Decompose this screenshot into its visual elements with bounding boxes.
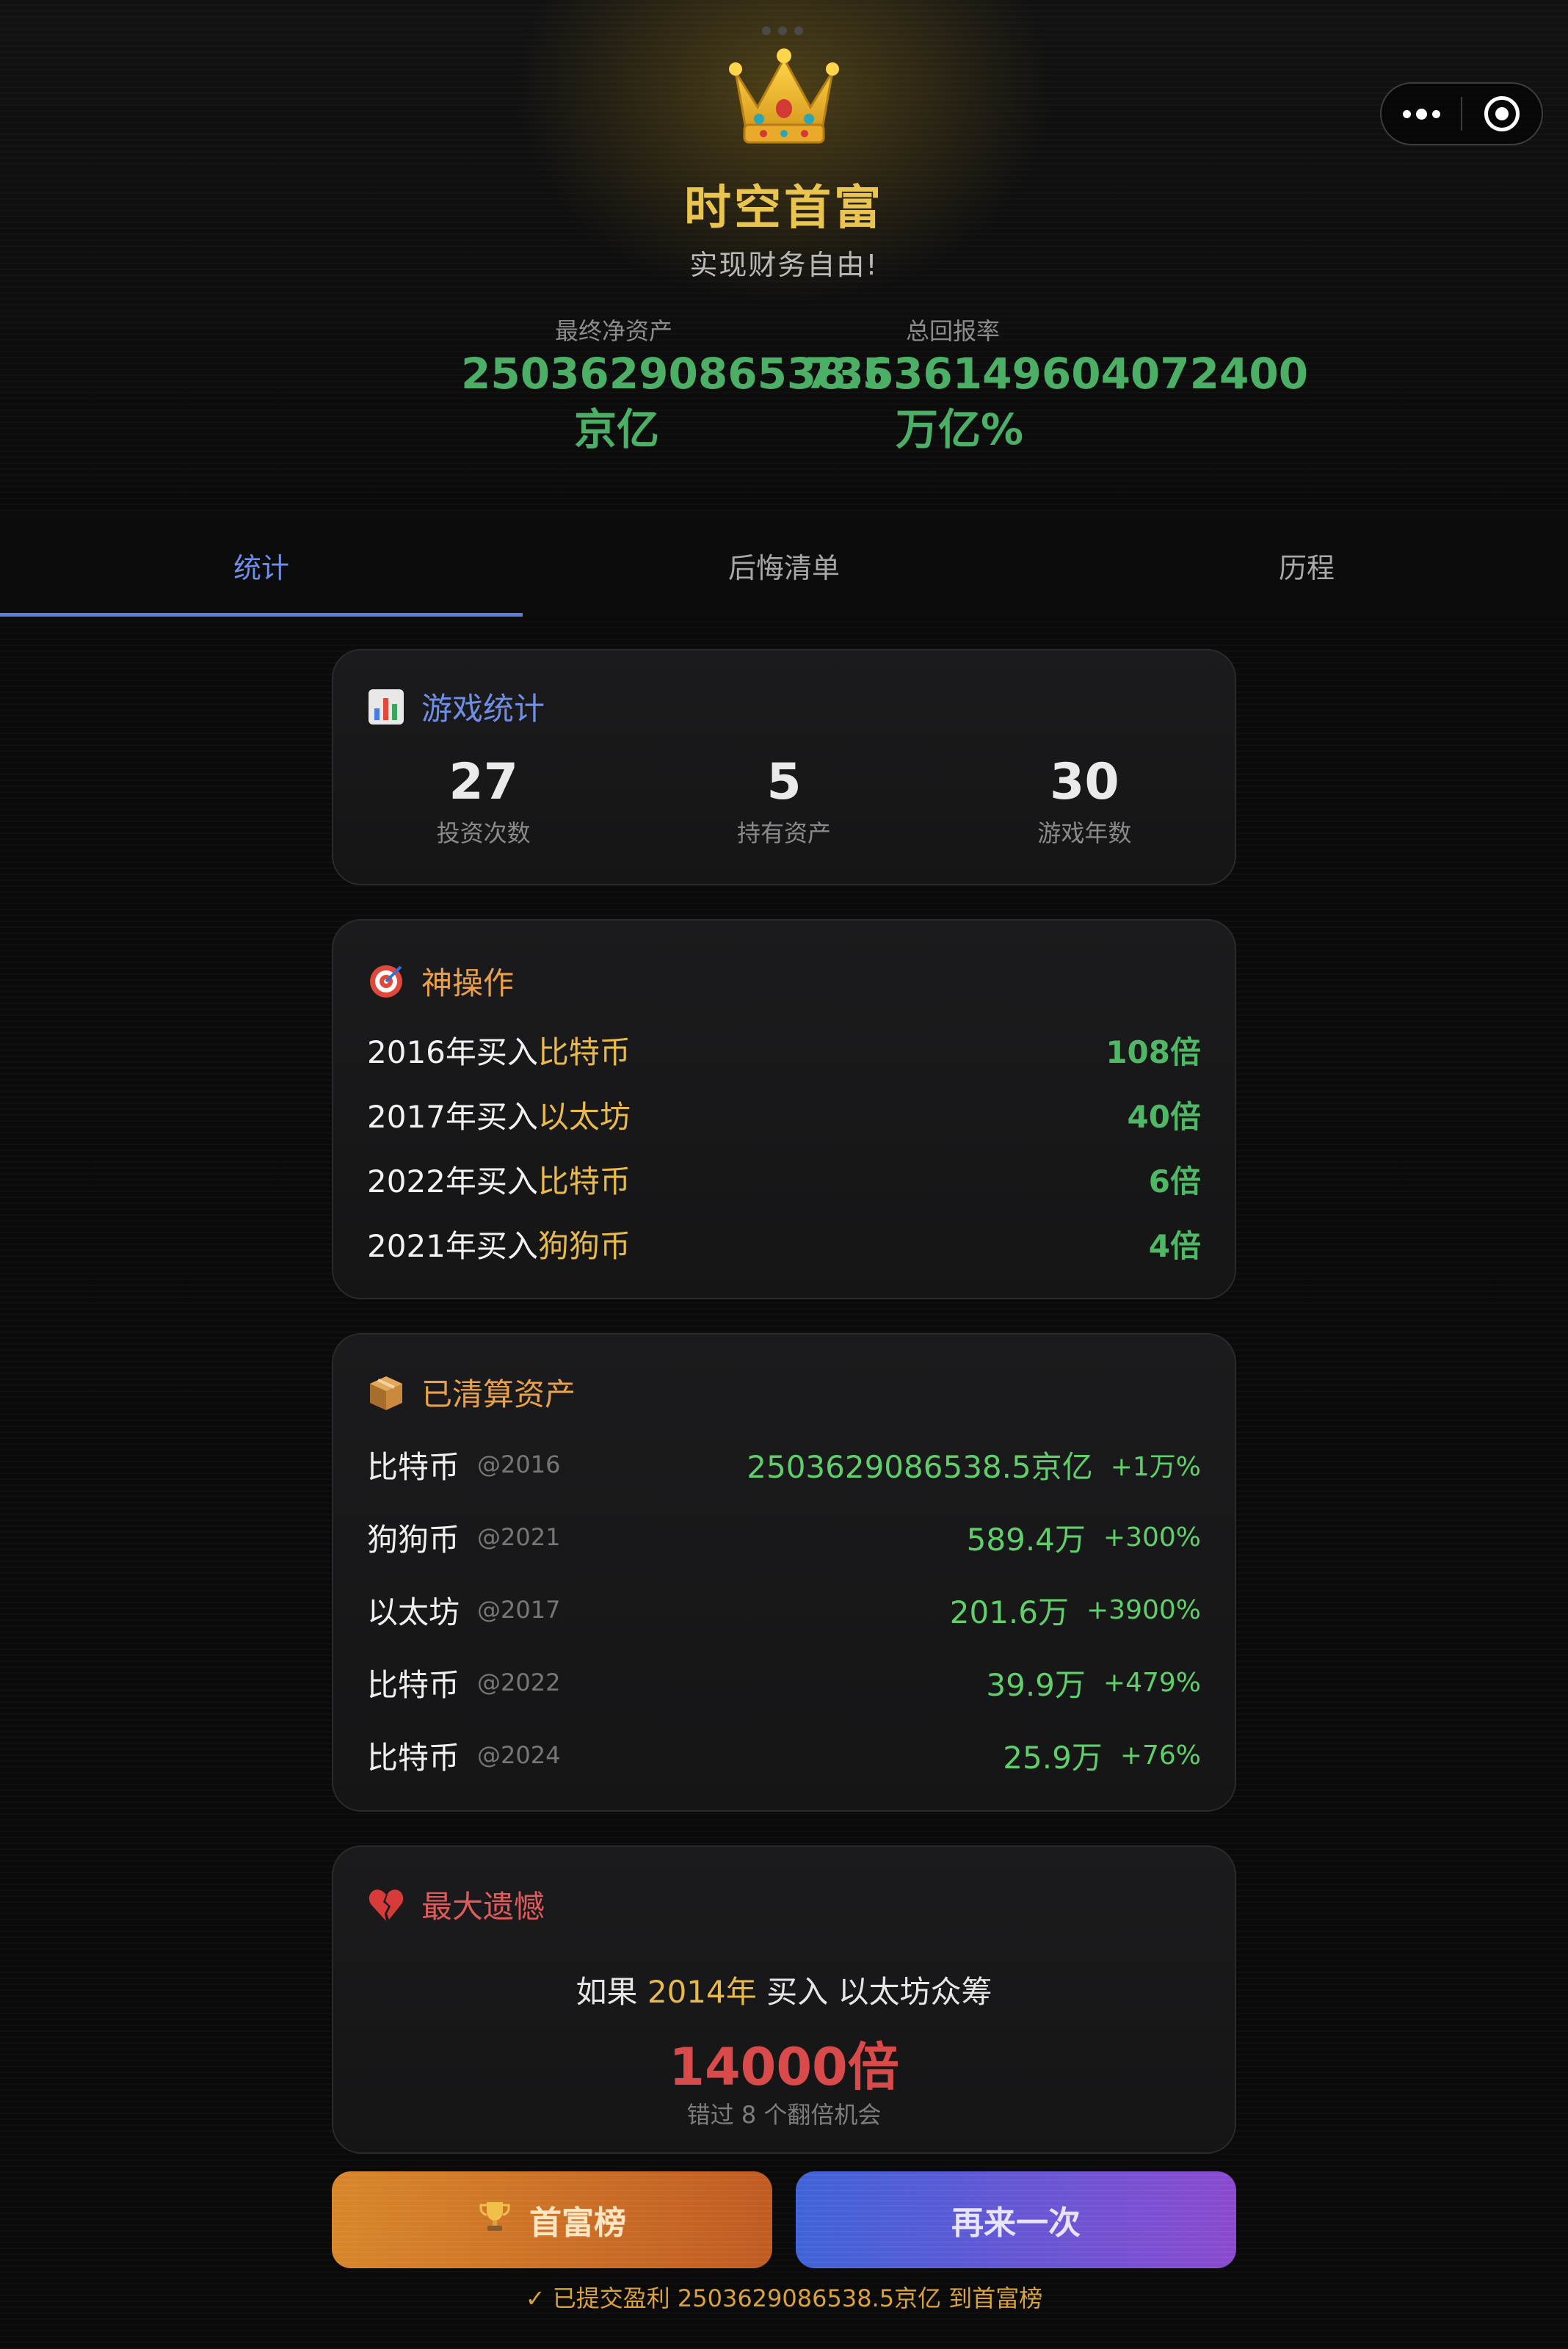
asset-year: @2017 xyxy=(477,1596,561,1624)
target-circle-icon xyxy=(1484,96,1520,131)
god-move-row: 2017年买入以太坊 40倍 xyxy=(367,1092,1201,1136)
play-again-label: 再来一次 xyxy=(951,2204,1081,2242)
bar-chart-icon xyxy=(367,688,405,726)
page-indicator xyxy=(762,26,803,35)
game-stats-card: 游戏统计 27 投资次数 5 持有资产 30 游戏年数 xyxy=(332,649,1236,885)
stat-label: 投资次数 xyxy=(436,819,531,847)
god-moves-title: 神操作 xyxy=(421,965,515,1001)
tab-stats[interactable]: 统计 xyxy=(0,514,523,617)
asset-value: 25.9万 xyxy=(1003,1739,1103,1776)
god-move-row: 2016年买入比特币 108倍 xyxy=(367,1028,1201,1072)
asset-value: 39.9万 xyxy=(986,1666,1086,1703)
liquidated-title: 已清算资产 xyxy=(421,1376,576,1412)
asset-value: 201.6万 xyxy=(949,1594,1069,1630)
asset-return: +76% xyxy=(1119,1740,1201,1771)
close-miniprogram-button[interactable] xyxy=(1462,84,1542,144)
regret-asset: 以太坊众筹 xyxy=(838,1974,992,2010)
leaderboard-label: 首富榜 xyxy=(529,2204,626,2242)
target-icon xyxy=(367,962,405,1001)
tab-history[interactable]: 历程 xyxy=(1045,514,1568,617)
stat-years: 30 游戏年数 xyxy=(934,753,1235,849)
total-return-unit: 万亿% xyxy=(896,404,1024,454)
asset-year: @2016 xyxy=(477,1451,561,1478)
regret-year: 2014年 xyxy=(647,1974,757,2010)
asset-return: +300% xyxy=(1103,1522,1201,1553)
stat-holdings: 5 持有资产 xyxy=(634,753,934,849)
god-move-row: 2022年买入比特币 6倍 xyxy=(367,1157,1201,1201)
stat-label: 游戏年数 xyxy=(1037,819,1132,847)
regret-multiple: 14000倍 xyxy=(669,2037,899,2097)
asset-row: 比特币 @2016 2503629086538.5京亿 +1万% xyxy=(367,1439,1201,1490)
biggest-regret-card: 最大遗憾 如果 2014年 买入 以太坊众筹 14000倍 错过 8 个翻倍机会 xyxy=(332,1845,1236,2154)
regret-title: 最大遗憾 xyxy=(421,1889,545,1925)
asset-row: 比特币 @2022 39.9万 +479% xyxy=(367,1657,1201,1708)
asset-row: 以太坊 @2017 201.6万 +3900% xyxy=(367,1584,1201,1635)
page-title: 时空首富 xyxy=(684,181,884,236)
regret-sentence: 如果 2014年 买入 以太坊众筹 xyxy=(576,1974,992,2010)
god-moves-card: 神操作 2016年买入比特币 108倍 2017年买入以太坊 40倍 2022年… xyxy=(332,919,1236,1299)
package-icon xyxy=(367,1373,405,1412)
tab-regret-list[interactable]: 后悔清单 xyxy=(523,514,1045,617)
more-menu-button[interactable] xyxy=(1382,84,1461,144)
miniprogram-capsule xyxy=(1380,82,1543,145)
asset-return: +1万% xyxy=(1110,1452,1201,1482)
crown-icon xyxy=(729,48,839,144)
liquidated-assets-card: 已清算资产 比特币 @2016 2503629086538.5京亿 +1万% 狗… xyxy=(332,1333,1236,1812)
stat-label: 持有资产 xyxy=(736,819,831,847)
total-return-value: 73636149604072400 xyxy=(805,349,1309,399)
asset-year: @2022 xyxy=(477,1669,561,1696)
asset-name: 以太坊 xyxy=(367,1594,460,1630)
multiple: 40倍 xyxy=(1127,1098,1201,1135)
asset-value: 589.4万 xyxy=(966,1521,1086,1558)
regret-missed-text: 错过 8 个翻倍机会 xyxy=(686,2101,882,2129)
tab-bar: 统计 后悔清单 历程 xyxy=(0,514,1568,617)
asset-row: 比特币 @2024 25.9万 +76% xyxy=(367,1729,1201,1781)
asset-year: @2021 xyxy=(477,1523,561,1551)
asset-value: 2503629086538.5京亿 xyxy=(747,1448,1093,1485)
asset-return: +3900% xyxy=(1086,1594,1201,1625)
asset-name: 比特币 xyxy=(367,1666,460,1703)
asset-row: 狗狗币 @2021 589.4万 +300% xyxy=(367,1511,1201,1563)
trophy-icon xyxy=(478,2199,512,2241)
net-assets-unit: 京亿 xyxy=(574,404,660,454)
game-stats-title: 游戏统计 xyxy=(421,691,545,727)
stat-value: 27 xyxy=(449,753,518,811)
total-return-label: 总回报率 xyxy=(906,317,1001,345)
broken-heart-icon xyxy=(367,1886,405,1924)
play-again-button[interactable]: 再来一次 xyxy=(796,2171,1236,2268)
submission-status: ✓ 已提交盈利 2503629086538.5京亿 到首富榜 xyxy=(525,2284,1043,2312)
multiple: 4倍 xyxy=(1148,1227,1201,1264)
god-move-row: 2021年买入狗狗币 4倍 xyxy=(367,1221,1201,1266)
page-subtitle: 实现财务自由! xyxy=(689,249,879,281)
stat-value: 30 xyxy=(1050,753,1119,811)
result-page: 时空首富 实现财务自由! 最终净资产 2503629086538.5 京亿 总回… xyxy=(0,0,1568,2349)
asset-name: 比特币 xyxy=(367,1448,460,1485)
asset-year: @2024 xyxy=(477,1741,561,1769)
asset-name: 狗狗币 xyxy=(367,1521,460,1558)
net-assets-label: 最终净资产 xyxy=(555,317,673,345)
asset-name: 比特币 xyxy=(367,1739,460,1776)
leaderboard-button[interactable]: 首富榜 xyxy=(332,2171,772,2268)
asset-return: +479% xyxy=(1103,1667,1201,1698)
stat-value: 5 xyxy=(766,753,802,811)
multiple: 108倍 xyxy=(1106,1034,1201,1070)
multiple: 6倍 xyxy=(1148,1163,1201,1199)
stat-investments: 27 投资次数 xyxy=(333,753,634,849)
